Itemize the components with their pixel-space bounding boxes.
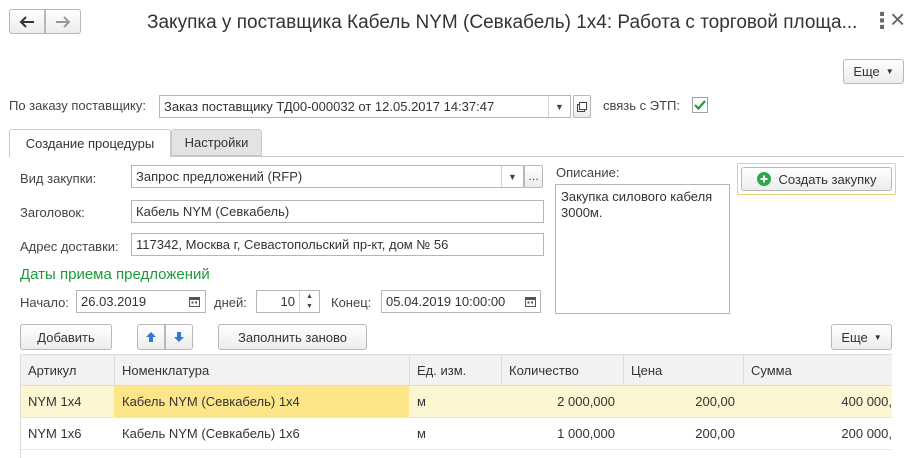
days-value: 10 <box>280 294 295 309</box>
chevron-down-icon: ▼ <box>885 67 894 76</box>
kind-dropdown-button[interactable]: ▼ <box>501 166 523 187</box>
cell-sum: 200 000, <box>841 426 892 441</box>
tab-settings[interactable]: Настройки <box>171 129 262 156</box>
cell-unit: м <box>417 426 426 441</box>
start-date-value: 26.03.2019 <box>81 294 147 309</box>
days-field[interactable]: 10 ▲ ▼ <box>256 290 320 313</box>
order-value: Заказ поставщику ТД00-000032 от 12.05.20… <box>164 99 495 114</box>
days-label: дней: <box>214 295 247 310</box>
cell-name[interactable]: Кабель NYM (Севкабель) 1х6 <box>114 418 409 449</box>
more-button[interactable]: Еще ▼ <box>843 59 904 84</box>
dates-section-title: Даты приема предложений <box>20 266 210 283</box>
order-label: По заказу поставщику: <box>9 98 146 113</box>
order-open-button[interactable] <box>573 95 591 118</box>
window-title: Закупка у поставщика Кабель NYM (Севкабе… <box>147 12 858 33</box>
cell-price: 200,00 <box>695 426 735 441</box>
plus-circle-icon <box>756 172 771 186</box>
back-button[interactable] <box>9 9 45 34</box>
cell-article: NYM 1x6 <box>28 426 82 441</box>
forward-button[interactable] <box>45 9 81 34</box>
etp-checkbox[interactable] <box>692 97 708 113</box>
kind-value: Запрос предложений (RFP) <box>136 169 303 184</box>
table-more-label: Еще <box>841 329 868 345</box>
add-button-label: Добавить <box>37 329 95 345</box>
kind-label: Вид закупки: <box>20 171 97 186</box>
more-button-label: Еще <box>853 64 880 79</box>
column-header-price[interactable]: Цена <box>623 355 743 385</box>
refill-button-label: Заполнить заново <box>237 329 348 345</box>
arrow-down-icon <box>174 332 184 342</box>
description-textarea[interactable]: Закупка силового кабеля 3000м. <box>555 184 730 314</box>
open-window-icon <box>577 101 587 112</box>
table-header: Артикул Номенклатура Ед. изм. Количество… <box>20 354 892 386</box>
arrow-left-icon <box>19 15 34 28</box>
stepper-up-icon[interactable]: ▲ <box>306 292 313 302</box>
cell-sum: 400 000, <box>841 394 892 409</box>
table-row[interactable]: NYM 1x4 Кабель NYM (Севкабель) 1х4 м 2 0… <box>20 386 892 418</box>
end-date-value: 05.04.2019 10:00:00 <box>386 294 506 309</box>
cell-qty: 2 000,000 <box>557 394 615 409</box>
cell-name[interactable]: Кабель NYM (Севкабель) 1х4 <box>114 386 409 417</box>
chevron-down-icon: ▼ <box>555 101 564 112</box>
start-calendar-button[interactable] <box>183 291 205 312</box>
close-icon[interactable]: × <box>890 4 905 35</box>
order-field[interactable]: Заказ поставщику ТД00-000032 от 12.05.20… <box>159 95 571 118</box>
create-purchase-label: Создать закупку <box>778 171 877 187</box>
cell-article: NYM 1x4 <box>28 394 82 409</box>
calendar-icon <box>188 297 200 307</box>
stepper-down-icon[interactable]: ▼ <box>306 302 313 312</box>
table-more-button[interactable]: Еще ▼ <box>831 324 892 350</box>
add-button[interactable]: Добавить <box>20 324 112 350</box>
kind-field[interactable]: Запрос предложений (RFP) ▼ <box>131 165 524 188</box>
description-label: Описание: <box>556 165 620 180</box>
chevron-down-icon: ▼ <box>873 332 882 342</box>
end-label: Конец: <box>331 295 372 310</box>
table-row[interactable]: NYM 1x6 Кабель NYM (Севкабель) 1х6 м 1 0… <box>20 418 892 450</box>
chevron-down-icon: ▼ <box>508 171 517 182</box>
etp-label: связь с ЭТП: <box>603 98 680 113</box>
days-stepper[interactable]: ▲ ▼ <box>299 291 319 312</box>
tab-create-procedure-label: Создание процедуры <box>25 136 155 151</box>
end-calendar-button[interactable] <box>520 291 540 312</box>
column-header-unit[interactable]: Ед. изм. <box>409 355 501 385</box>
order-dropdown-button[interactable]: ▼ <box>548 96 570 117</box>
column-header-qty[interactable]: Количество <box>501 355 623 385</box>
heading-label: Заголовок: <box>20 205 85 220</box>
address-field[interactable]: 117342, Москва г, Севастопольский пр-кт,… <box>131 233 544 256</box>
column-header-sum[interactable]: Сумма <box>743 355 892 385</box>
end-date-field[interactable]: 05.04.2019 10:00:00 <box>381 290 541 313</box>
tab-settings-label: Настройки <box>184 135 249 150</box>
arrow-up-icon <box>146 332 156 342</box>
refill-button[interactable]: Заполнить заново <box>218 324 367 350</box>
checkmark-icon <box>694 100 706 111</box>
cell-price: 200,00 <box>695 394 735 409</box>
create-purchase-button[interactable]: Создать закупку <box>741 167 892 191</box>
calendar-icon <box>524 297 536 307</box>
move-down-button[interactable] <box>165 324 193 350</box>
address-value: 117342, Москва г, Севастопольский пр-кт,… <box>136 237 449 252</box>
kind-select-button[interactable]: … <box>524 165 543 188</box>
description-value: Закупка силового кабеля 3000м. <box>561 189 713 220</box>
cell-qty: 1 000,000 <box>557 426 615 441</box>
table-left-border <box>20 354 21 458</box>
arrow-right-icon <box>56 15 71 28</box>
start-date-field[interactable]: 26.03.2019 <box>76 290 206 313</box>
start-label: Начало: <box>20 295 69 310</box>
tab-create-procedure[interactable]: Создание процедуры <box>9 129 171 157</box>
heading-field[interactable]: Кабель NYM (Севкабель) <box>131 200 544 223</box>
heading-value: Кабель NYM (Севкабель) <box>136 204 290 219</box>
cell-unit: м <box>417 394 426 409</box>
column-header-name[interactable]: Номенклатура <box>114 355 409 385</box>
column-header-article[interactable]: Артикул <box>20 355 114 385</box>
address-label: Адрес доставки: <box>20 239 119 254</box>
move-up-button[interactable] <box>137 324 165 350</box>
